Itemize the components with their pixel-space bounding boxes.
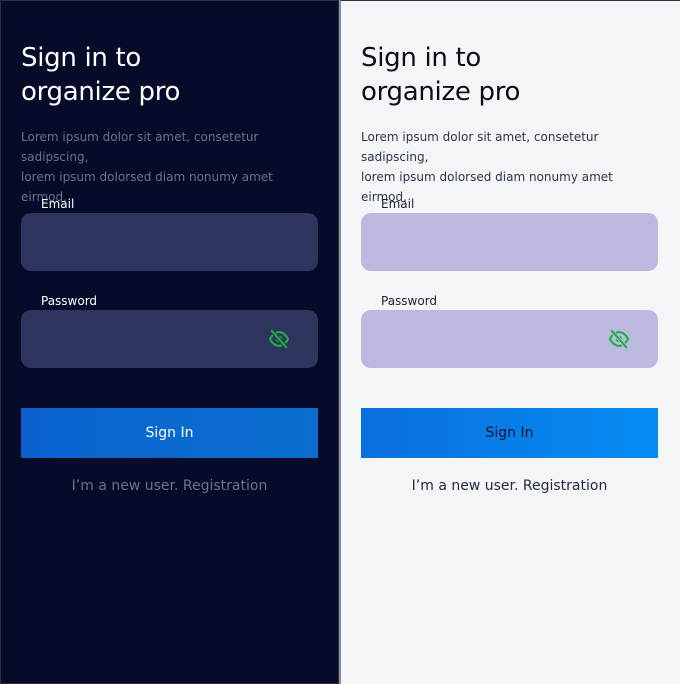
light-theme-panel: Sign in to organize pro Lorem ipsum dolo…	[341, 0, 680, 684]
email-field[interactable]	[21, 213, 318, 271]
password-label: Password	[381, 294, 438, 308]
title-line-2: organize pro	[361, 77, 521, 107]
sign-in-button[interactable]: Sign In	[21, 408, 318, 458]
password-label: Password	[41, 294, 98, 308]
eye-off-icon[interactable]	[268, 329, 290, 349]
page-description: Lorem ipsum dolor sit amet, consetetur s…	[21, 127, 321, 207]
title-line-2: organize pro	[21, 77, 181, 107]
page-description: Lorem ipsum dolor sit amet, consetetur s…	[361, 127, 661, 207]
title-line-1: Sign in to	[361, 43, 482, 73]
registration-link[interactable]: I’m a new user. Registration	[361, 477, 658, 495]
sign-in-button[interactable]: Sign In	[361, 408, 658, 458]
description-line-1: Lorem ipsum dolor sit amet, consetetur s…	[21, 130, 259, 164]
page-title: Sign in to organize pro	[361, 41, 621, 109]
email-field[interactable]	[361, 213, 658, 271]
password-field[interactable]	[21, 310, 318, 368]
password-field[interactable]	[361, 310, 658, 368]
email-label: Email	[41, 197, 75, 211]
page-title: Sign in to organize pro	[21, 41, 281, 109]
email-label: Email	[381, 197, 415, 211]
title-line-1: Sign in to	[21, 43, 142, 73]
description-line-1: Lorem ipsum dolor sit amet, consetetur s…	[361, 130, 599, 164]
registration-link[interactable]: I’m a new user. Registration	[21, 477, 318, 495]
dark-theme-panel: Sign in to organize pro Lorem ipsum dolo…	[0, 0, 339, 684]
eye-off-icon[interactable]	[608, 329, 630, 349]
